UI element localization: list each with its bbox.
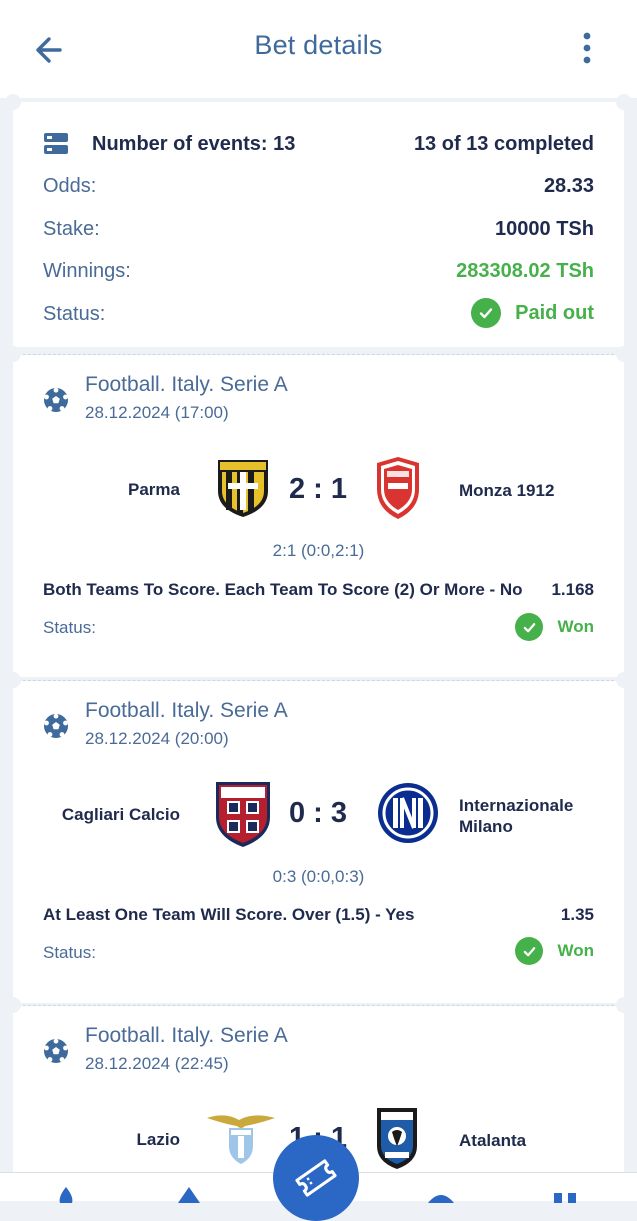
- ticket-notch: [5, 94, 21, 110]
- stake-label: Stake:: [43, 218, 100, 240]
- parma-crest-icon: [218, 460, 268, 517]
- odds-label: Odds:: [43, 175, 97, 197]
- atalanta-crest-icon: [377, 1108, 417, 1169]
- ticket-notch: [5, 346, 21, 362]
- event-status-badge: Won: [515, 937, 594, 965]
- event-status-badge: Won: [515, 613, 594, 641]
- status-value: Paid out: [515, 301, 594, 324]
- event-status-label: Status:: [43, 618, 96, 637]
- score-details: 0:3 (0:0,0:3): [272, 867, 365, 886]
- inter-crest-icon: [378, 783, 438, 843]
- check-circle-icon: [471, 298, 502, 328]
- event-status-value: Won: [557, 617, 594, 636]
- match-score: 2 : 1: [288, 473, 348, 505]
- event-status-value: Won: [557, 941, 594, 960]
- coupon-icon: [295, 1159, 337, 1197]
- event-datetime: 28.12.2024 (20:00): [85, 729, 229, 748]
- status-badge: Paid out: [471, 298, 594, 328]
- home-team: Cagliari Calcio: [61, 805, 180, 824]
- monza-crest-icon: [377, 457, 419, 519]
- soccer-ball-icon: [44, 713, 68, 738]
- more-vertical-icon[interactable]: [574, 30, 600, 66]
- odds-value: 28.33: [543, 175, 594, 197]
- stake-value: 10000 TSh: [495, 218, 594, 240]
- event-card: Football. Italy. Serie A 28.12.2024 (20:…: [13, 681, 624, 1003]
- market-name: Both Teams To Score. Each Team To Score …: [43, 580, 523, 599]
- score-details: 2:1 (0:0,2:1): [272, 541, 365, 560]
- event-datetime: 28.12.2024 (22:45): [85, 1054, 229, 1073]
- check-circle-icon: [515, 937, 544, 965]
- market-name: At Least One Team Will Score. Over (1.5)…: [43, 905, 415, 924]
- menu-nav-icon[interactable]: [552, 1191, 582, 1203]
- ticket-list-icon: [44, 133, 68, 154]
- event-datetime: 28.12.2024 (17:00): [85, 403, 229, 422]
- page-title: Bet details: [254, 30, 383, 60]
- ticket-notch: [5, 997, 21, 1013]
- league-name: Football. Italy. Serie A: [85, 1024, 288, 1047]
- coupon-fab-button[interactable]: [273, 1135, 359, 1221]
- market-odd: 1.168: [551, 580, 594, 599]
- cagliari-crest-icon: [216, 782, 270, 847]
- check-circle-icon: [515, 613, 544, 641]
- ticket-notch: [616, 672, 632, 688]
- winnings-label: Winnings:: [43, 260, 131, 282]
- lazio-crest-icon: [207, 1115, 275, 1164]
- app-header: Bet details: [0, 0, 637, 98]
- winnings-value: 283308.02 TSh: [456, 260, 594, 282]
- soccer-ball-icon: [44, 1038, 68, 1063]
- sports-icon[interactable]: [176, 1187, 202, 1203]
- ticket-notch: [5, 672, 21, 688]
- bet-summary-card: Number of events: 13 13 of 13 completed …: [13, 102, 624, 347]
- ticket-notch: [616, 346, 632, 362]
- league-name: Football. Italy. Serie A: [85, 699, 288, 722]
- away-team: Monza 1912: [459, 481, 555, 500]
- away-team: Atalanta: [459, 1131, 527, 1150]
- flame-icon[interactable]: [54, 1187, 78, 1203]
- market-odd: 1.35: [560, 905, 594, 924]
- ticket-notch: [616, 997, 632, 1013]
- league-name: Football. Italy. Serie A: [85, 373, 288, 396]
- event-card: Football. Italy. Serie A 28.12.2024 (17:…: [13, 355, 624, 677]
- history-icon[interactable]: [426, 1191, 456, 1203]
- event-status-label: Status:: [43, 943, 96, 962]
- soccer-ball-icon: [44, 387, 68, 412]
- home-team: Lazio: [136, 1130, 180, 1149]
- home-team: Parma: [128, 480, 180, 499]
- status-label: Status:: [43, 303, 106, 325]
- ticket-notch: [616, 94, 632, 110]
- completed-count: 13 of 13 completed: [413, 133, 594, 155]
- events-count: Number of events: 13: [92, 133, 296, 155]
- away-team: Internazionale Milano: [459, 796, 574, 836]
- match-score: 0 : 3: [288, 797, 348, 829]
